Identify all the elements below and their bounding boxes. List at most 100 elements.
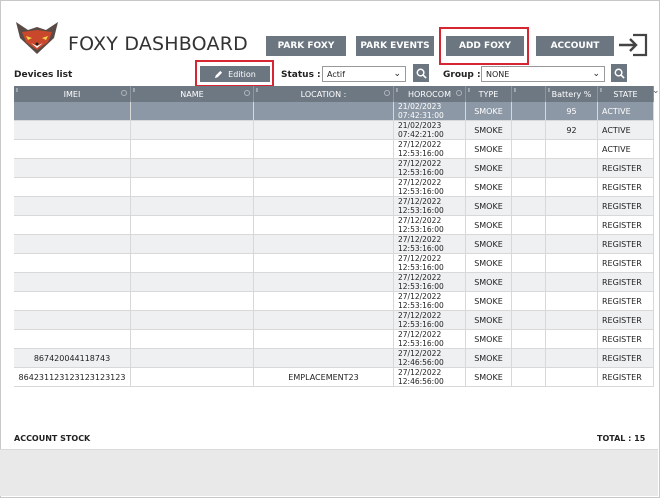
cell-blank <box>512 330 546 348</box>
cell-name <box>131 311 254 329</box>
cell-location <box>254 216 394 234</box>
cell-location <box>254 273 394 291</box>
table-row[interactable]: 27/12/2022 12:53:16:00 SMOKE REGISTER <box>14 235 654 254</box>
cell-location <box>254 292 394 310</box>
cell-blank <box>512 178 546 196</box>
table-row[interactable]: 27/12/2022 12:53:16:00 SMOKE REGISTER <box>14 330 654 349</box>
column-header-horocom[interactable]: ı HOROCOM <box>394 86 466 102</box>
cell-location <box>254 254 394 272</box>
horocom-time: 12:46:56:00 <box>398 358 444 367</box>
cell-blank <box>512 197 546 215</box>
status-select[interactable]: Actif ⌄ <box>322 66 406 82</box>
cell-horocom: 27/12/2022 12:46:56:00 <box>394 349 466 367</box>
column-header-blank[interactable]: ı <box>512 86 546 102</box>
group-select[interactable]: NONE ⌄ <box>481 66 605 82</box>
cell-blank <box>512 102 546 120</box>
cell-location <box>254 197 394 215</box>
cell-state: ACTIVE <box>598 140 654 158</box>
cell-battery <box>546 178 598 196</box>
column-header-state[interactable]: ı STATE <box>598 86 654 102</box>
cell-horocom: 27/12/2022 12:46:56:00 <box>394 368 466 386</box>
cell-battery <box>546 197 598 215</box>
column-header-imei[interactable]: ı IMEI <box>14 86 131 102</box>
column-header-battery[interactable]: ı Battery % <box>546 86 598 102</box>
table-body: 21/02/2023 07:42:31:00 SMOKE 95 ACTIVE 21/02/… <box>14 102 654 387</box>
group-search-button[interactable] <box>611 64 627 82</box>
column-header-type[interactable]: ı TYPE <box>466 86 512 102</box>
table-row[interactable]: 27/12/2022 12:53:16:00 SMOKE ACTIVE <box>14 140 654 159</box>
cell-type: SMOKE <box>466 273 512 291</box>
cell-horocom: 27/12/2022 12:53:16:00 <box>394 159 466 177</box>
horocom-date: 27/12/2022 <box>398 140 442 149</box>
cell-type: SMOKE <box>466 140 512 158</box>
cell-blank <box>512 349 546 367</box>
horocom-time: 12:53:16:00 <box>398 149 444 158</box>
horocom-time: 07:42:21:00 <box>398 130 444 139</box>
cell-imei: 867420044118743 <box>14 349 131 367</box>
table-row[interactable]: 27/12/2022 12:53:16:00 SMOKE REGISTER <box>14 216 654 235</box>
table-row[interactable]: 27/12/2022 12:53:16:00 SMOKE REGISTER <box>14 159 654 178</box>
cell-imei <box>14 216 131 234</box>
column-header-name[interactable]: ı NAME <box>131 86 254 102</box>
bottom-panel <box>0 449 658 496</box>
logout-icon[interactable] <box>615 32 649 58</box>
table-row[interactable]: 27/12/2022 12:53:16:00 SMOKE REGISTER <box>14 292 654 311</box>
cell-location <box>254 311 394 329</box>
total-count: TOTAL : 15 <box>597 434 646 443</box>
scroll-chevron-icon[interactable]: ⌄ <box>652 86 660 96</box>
cell-type: SMOKE <box>466 311 512 329</box>
status-label: Status : <box>281 70 321 80</box>
table-row[interactable]: 21/02/2023 07:42:31:00 SMOKE 95 ACTIVE <box>14 102 654 121</box>
horocom-date: 21/02/2023 <box>398 121 442 130</box>
cell-location <box>254 349 394 367</box>
cell-horocom: 27/12/2022 12:53:16:00 <box>394 216 466 234</box>
status-search-button[interactable] <box>413 64 429 82</box>
cell-type: SMOKE <box>466 292 512 310</box>
cell-type: SMOKE <box>466 235 512 253</box>
table-row[interactable]: 27/12/2022 12:53:16:00 SMOKE REGISTER <box>14 311 654 330</box>
table-row[interactable]: 27/12/2022 12:53:16:00 SMOKE REGISTER <box>14 178 654 197</box>
cell-blank <box>512 159 546 177</box>
header: FOXY DASHBOARD PARK FOXY PARK EVENTS ADD… <box>0 0 658 66</box>
park-foxy-button[interactable]: PARK FOXY <box>266 36 346 56</box>
table-row[interactable]: 27/12/2022 12:53:16:00 SMOKE REGISTER <box>14 254 654 273</box>
group-select-value: NONE <box>486 69 510 79</box>
cell-type: SMOKE <box>466 121 512 139</box>
edition-highlight <box>195 60 274 87</box>
cell-state: REGISTER <box>598 311 654 329</box>
horocom-date: 27/12/2022 <box>398 159 442 168</box>
horocom-time: 12:53:16:00 <box>398 320 444 329</box>
cell-imei <box>14 273 131 291</box>
horocom-time: 12:53:16:00 <box>398 187 444 196</box>
park-events-button[interactable]: PARK EVENTS <box>356 36 434 56</box>
column-header-location[interactable]: ı LOCATION : <box>254 86 394 102</box>
search-icon <box>416 68 427 79</box>
cell-state: REGISTER <box>598 197 654 215</box>
table-row[interactable]: 27/12/2022 12:53:16:00 SMOKE REGISTER <box>14 273 654 292</box>
cell-battery <box>546 311 598 329</box>
cell-state: REGISTER <box>598 273 654 291</box>
horocom-time: 07:42:31:00 <box>398 111 444 120</box>
cell-name <box>131 330 254 348</box>
cell-state: REGISTER <box>598 235 654 253</box>
cell-horocom: 27/12/2022 12:53:16:00 <box>394 197 466 215</box>
horocom-time: 12:53:16:00 <box>398 301 444 310</box>
horocom-date: 27/12/2022 <box>398 216 442 225</box>
cell-state: REGISTER <box>598 159 654 177</box>
cell-imei <box>14 197 131 215</box>
cell-state: REGISTER <box>598 349 654 367</box>
table-row[interactable]: 867420044118743 27/12/2022 12:46:56:00 SMOK… <box>14 349 654 368</box>
horocom-time: 12:53:16:00 <box>398 282 444 291</box>
cell-location: EMPLACEMENT23 <box>254 368 394 386</box>
cell-type: SMOKE <box>466 197 512 215</box>
table-row[interactable]: 864231123123123123123 EMPLACEMENT23 27/12/… <box>14 368 654 387</box>
horocom-date: 27/12/2022 <box>398 197 442 206</box>
cell-horocom: 27/12/2022 12:53:16:00 <box>394 235 466 253</box>
table-row[interactable]: 27/12/2022 12:53:16:00 SMOKE REGISTER <box>14 197 654 216</box>
cell-type: SMOKE <box>466 102 512 120</box>
table-row[interactable]: 21/02/2023 07:42:21:00 SMOKE 92 ACTIVE <box>14 121 654 140</box>
cell-battery <box>546 368 598 386</box>
cell-state: ACTIVE <box>598 102 654 120</box>
account-button[interactable]: ACCOUNT <box>536 36 614 56</box>
table-header: ı IMEI ı NAME ı LOCATION : ı HOROCOM ı TYPE ı… <box>14 86 654 102</box>
